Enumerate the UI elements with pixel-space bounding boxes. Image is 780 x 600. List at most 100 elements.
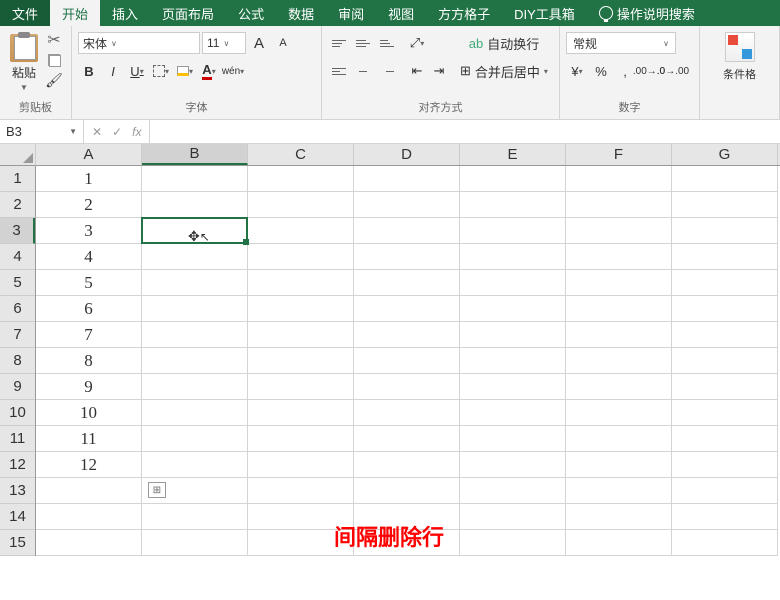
cell-A6[interactable]: 6 bbox=[36, 296, 142, 322]
percent-button[interactable]: % bbox=[590, 60, 612, 82]
cell-B10[interactable] bbox=[142, 400, 248, 426]
cell-F9[interactable] bbox=[566, 374, 672, 400]
cell-D6[interactable] bbox=[354, 296, 460, 322]
cell-F13[interactable] bbox=[566, 478, 672, 504]
cell-B14[interactable] bbox=[142, 504, 248, 530]
cell-G9[interactable] bbox=[672, 374, 778, 400]
tab-formula[interactable]: 公式 bbox=[226, 0, 276, 26]
row-header-15[interactable]: 15 bbox=[0, 530, 35, 556]
cell-G1[interactable] bbox=[672, 166, 778, 192]
cell-G7[interactable] bbox=[672, 322, 778, 348]
cell-A7[interactable]: 7 bbox=[36, 322, 142, 348]
cell-F7[interactable] bbox=[566, 322, 672, 348]
number-format-select[interactable]: 常规∨ bbox=[566, 32, 676, 54]
cancel-icon[interactable]: ✕ bbox=[92, 125, 102, 139]
cell-C6[interactable] bbox=[248, 296, 354, 322]
cell-C3[interactable] bbox=[248, 218, 354, 244]
col-header-G[interactable]: G bbox=[672, 144, 778, 165]
align-left-button[interactable] bbox=[328, 60, 350, 82]
paste-icon[interactable] bbox=[10, 34, 38, 62]
cell-E8[interactable] bbox=[460, 348, 566, 374]
col-header-F[interactable]: F bbox=[566, 144, 672, 165]
cell-E4[interactable] bbox=[460, 244, 566, 270]
row-header-11[interactable]: 11 bbox=[0, 426, 35, 452]
smart-tag-icon[interactable]: ⊞ bbox=[148, 482, 166, 498]
row-header-13[interactable]: 13 bbox=[0, 478, 35, 504]
tab-layout[interactable]: 页面布局 bbox=[150, 0, 226, 26]
cell-B15[interactable] bbox=[142, 530, 248, 556]
cell-E11[interactable] bbox=[460, 426, 566, 452]
row-header-14[interactable]: 14 bbox=[0, 504, 35, 530]
cell-D10[interactable] bbox=[354, 400, 460, 426]
conditional-format-button[interactable]: 条件格 bbox=[723, 66, 756, 82]
cell-D4[interactable] bbox=[354, 244, 460, 270]
cell-E7[interactable] bbox=[460, 322, 566, 348]
cell-F14[interactable] bbox=[566, 504, 672, 530]
bold-button[interactable]: B bbox=[78, 60, 100, 82]
cell-B9[interactable] bbox=[142, 374, 248, 400]
indent-decrease-button[interactable]: ⇤ bbox=[406, 60, 428, 82]
decrease-font-button[interactable]: A bbox=[272, 32, 294, 54]
cell-E2[interactable] bbox=[460, 192, 566, 218]
cell-A3[interactable]: 3 bbox=[36, 218, 142, 244]
cell-G10[interactable] bbox=[672, 400, 778, 426]
cell-F12[interactable] bbox=[566, 452, 672, 478]
cell-E13[interactable] bbox=[460, 478, 566, 504]
tab-addon2[interactable]: DIY工具箱 bbox=[502, 0, 587, 26]
cell-C4[interactable] bbox=[248, 244, 354, 270]
cut-icon[interactable]: ✂ bbox=[46, 32, 62, 48]
cell-D5[interactable] bbox=[354, 270, 460, 296]
cell-C12[interactable] bbox=[248, 452, 354, 478]
cell-C11[interactable] bbox=[248, 426, 354, 452]
conditional-format-icon[interactable] bbox=[725, 32, 755, 62]
tab-addon1[interactable]: 方方格子 bbox=[426, 0, 502, 26]
cell-B1[interactable] bbox=[142, 166, 248, 192]
cell-A10[interactable]: 10 bbox=[36, 400, 142, 426]
cell-G5[interactable] bbox=[672, 270, 778, 296]
cell-E6[interactable] bbox=[460, 296, 566, 322]
cell-D3[interactable] bbox=[354, 218, 460, 244]
cell-C2[interactable] bbox=[248, 192, 354, 218]
cell-E1[interactable] bbox=[460, 166, 566, 192]
cell-A1[interactable]: 1 bbox=[36, 166, 142, 192]
cell-C10[interactable] bbox=[248, 400, 354, 426]
tab-home[interactable]: 开始 bbox=[50, 0, 100, 26]
formula-input[interactable] bbox=[150, 120, 780, 143]
row-header-5[interactable]: 5 bbox=[0, 270, 35, 296]
cell-A8[interactable]: 8 bbox=[36, 348, 142, 374]
tab-file[interactable]: 文件 bbox=[0, 0, 50, 26]
cell-F15[interactable] bbox=[566, 530, 672, 556]
cell-G13[interactable] bbox=[672, 478, 778, 504]
row-header-12[interactable]: 12 bbox=[0, 452, 35, 478]
cell-A15[interactable] bbox=[36, 530, 142, 556]
italic-button[interactable]: I bbox=[102, 60, 124, 82]
row-header-9[interactable]: 9 bbox=[0, 374, 35, 400]
tab-insert[interactable]: 插入 bbox=[100, 0, 150, 26]
cell-C7[interactable] bbox=[248, 322, 354, 348]
fill-color-button[interactable]: ▾ bbox=[174, 60, 196, 82]
cell-B7[interactable] bbox=[142, 322, 248, 348]
cell-F10[interactable] bbox=[566, 400, 672, 426]
row-header-1[interactable]: 1 bbox=[0, 166, 35, 192]
cell-A4[interactable]: 4 bbox=[36, 244, 142, 270]
cell-F11[interactable] bbox=[566, 426, 672, 452]
cell-E14[interactable] bbox=[460, 504, 566, 530]
enter-icon[interactable]: ✓ bbox=[112, 125, 122, 139]
cell-G12[interactable] bbox=[672, 452, 778, 478]
cell-G2[interactable] bbox=[672, 192, 778, 218]
cell-G14[interactable] bbox=[672, 504, 778, 530]
wrap-text-button[interactable]: ab自动换行 bbox=[460, 32, 548, 54]
cell-F5[interactable] bbox=[566, 270, 672, 296]
cell-B12[interactable] bbox=[142, 452, 248, 478]
increase-font-button[interactable]: A bbox=[248, 32, 270, 54]
row-header-3[interactable]: 3 bbox=[0, 218, 35, 244]
tab-tell-me[interactable]: 操作说明搜索 bbox=[587, 0, 707, 26]
cell-F6[interactable] bbox=[566, 296, 672, 322]
merge-center-button[interactable]: ⊞合并后居中▾ bbox=[460, 60, 548, 82]
col-header-C[interactable]: C bbox=[248, 144, 354, 165]
cell-B8[interactable] bbox=[142, 348, 248, 374]
col-header-A[interactable]: A bbox=[36, 144, 142, 165]
font-name-select[interactable]: 宋体∨ bbox=[78, 32, 200, 54]
fx-icon[interactable]: fx bbox=[132, 125, 141, 139]
copy-icon[interactable] bbox=[46, 52, 62, 68]
